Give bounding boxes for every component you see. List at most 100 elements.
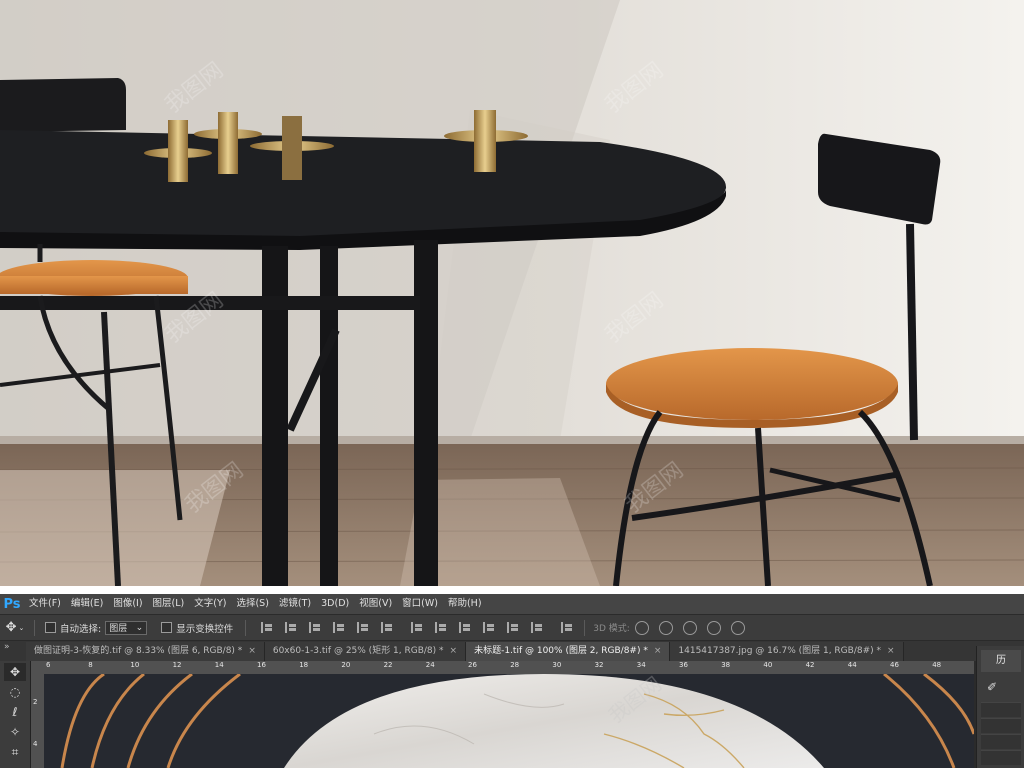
auto-select-dropdown[interactable]: 图层 ⌄ (105, 620, 148, 635)
horizontal-ruler: 6 8 10 12 14 16 18 20 22 24 26 28 30 32 34 36 38 40 42 44 46… (44, 661, 974, 674)
menu-window[interactable]: 窗口(W) (397, 594, 443, 614)
3d-roll-icon[interactable] (658, 620, 673, 635)
align-bottom-icon[interactable] (309, 622, 323, 633)
align-vcenter-icon[interactable] (285, 622, 299, 633)
align-top-icon[interactable] (261, 622, 275, 633)
ruler-tick-label: 36 (679, 661, 688, 669)
photoshop-window: Ps 文件(F) 编辑(E) 图像(I) 图层(L) 文字(Y) 选择(S) 滤… (0, 594, 1024, 768)
ruler-tick-label: 24 (425, 661, 435, 669)
ruler-tick-label: 14 (214, 661, 224, 669)
document-tab-label: 1415417387.jpg @ 16.7% (图层 1, RGB/8#) * (678, 646, 882, 656)
menu-select[interactable]: 选择(S) (231, 594, 273, 614)
ruler-tick-label: 12 (172, 661, 182, 669)
ruler-tick-label: 46 (890, 661, 899, 669)
close-icon[interactable]: × (450, 642, 458, 661)
panel-tab-history[interactable]: 历 (981, 650, 1021, 672)
elliptical-marquee-icon[interactable]: ◌ (4, 683, 26, 701)
3d-rotate-icon[interactable] (634, 620, 649, 635)
interior-photo: 我图网 我图网 我图网 我图网 我图网 我图网 (0, 0, 1024, 586)
separator (0, 586, 1024, 594)
ps-logo-icon: Ps (3, 596, 21, 612)
options-bar: ✥ ⌄ 自动选择: 图层 ⌄ 显示变换控件 3D 模式: (0, 615, 1024, 641)
document-tab-label: 未标题-1.tif @ 100% (图层 2, RGB/8#) * (474, 646, 648, 656)
document-tab-active[interactable]: 未标题-1.tif @ 100% (图层 2, RGB/8#) * × (466, 642, 671, 661)
ruler-tick-label: 28 (510, 661, 520, 669)
ruler-tick-label: 32 (594, 661, 604, 669)
ruler-tick-label: 6 (46, 661, 51, 669)
document-tab[interactable]: 60x60-1-3.tif @ 25% (矩形 1, RGB/8) * × (264, 642, 467, 661)
auto-select-value: 图层 (109, 624, 128, 634)
ruler-tick-label: 4 (33, 740, 38, 748)
panel-row[interactable] (981, 750, 1021, 765)
divider (584, 619, 586, 636)
ruler-tick-label: 38 (721, 661, 731, 669)
document-canvas[interactable]: 我图网 (44, 674, 974, 768)
move-tool-icon[interactable]: ✥ (4, 663, 26, 681)
distribute-bottom-icon[interactable] (459, 622, 473, 633)
move-tool-preset-icon[interactable]: ✥ ⌄ (0, 620, 30, 635)
panel-row[interactable] (981, 734, 1021, 749)
ruler-tick-label: 18 (299, 661, 309, 669)
distribute-left-icon[interactable] (483, 622, 497, 633)
history-panel: 历 ✐ (976, 646, 1024, 768)
magic-wand-icon[interactable]: ✧ (4, 723, 26, 741)
divider (34, 619, 35, 636)
auto-select-checkbox[interactable] (45, 622, 56, 633)
show-transform-label: 显示变换控件 (176, 623, 234, 635)
3d-pan-icon[interactable] (682, 620, 697, 635)
ruler-tick-label: 26 (468, 661, 477, 669)
divider (245, 619, 247, 636)
ruler-tick-label: 20 (341, 661, 351, 669)
ruler-tick-label: 2 (33, 698, 38, 706)
document-tab[interactable]: 做图证明-3-恢复的.tif @ 8.33% (图层 6, RGB/8) * × (26, 642, 265, 661)
menu-edit[interactable]: 编辑(E) (66, 594, 108, 614)
toolbox: ✥ ◌ ℓ ✧ ⌗ (0, 661, 31, 768)
ruler-tick-label: 40 (763, 661, 773, 669)
distribute-group (406, 622, 550, 633)
vertical-ruler: 24 (31, 674, 44, 768)
menu-image[interactable]: 图像(I) (108, 594, 147, 614)
ruler-tick-label: 44 (847, 661, 857, 669)
dining-scene-illustration (0, 0, 1024, 586)
3d-slide-icon[interactable] (706, 620, 721, 635)
align-group (256, 622, 400, 633)
crop-tool-icon[interactable]: ⌗ (4, 743, 26, 761)
distribute-hcenter-icon[interactable] (507, 622, 521, 633)
auto-align-icon[interactable] (561, 622, 575, 633)
menu-filter[interactable]: 滤镜(T) (274, 594, 316, 614)
ruler-tick-label: 16 (257, 661, 266, 669)
panel-row[interactable] (981, 718, 1021, 733)
ruler-corner (31, 661, 44, 674)
distribute-vcenter-icon[interactable] (435, 622, 449, 633)
menu-layer[interactable]: 图层(L) (148, 594, 190, 614)
align-left-icon[interactable] (333, 622, 347, 633)
3d-scale-icon[interactable] (730, 620, 745, 635)
tabs-overflow-icon[interactable]: » (0, 641, 26, 661)
ruler-tick-label: 10 (130, 661, 140, 669)
menu-view[interactable]: 视图(V) (354, 594, 397, 614)
ruler-tick-label: 22 (383, 661, 393, 669)
menu-help[interactable]: 帮助(H) (443, 594, 487, 614)
ruler-tick-label: 48 (932, 661, 942, 669)
document-tab[interactable]: 1415417387.jpg @ 16.7% (图层 1, RGB/8#) * … (670, 642, 904, 661)
align-right-icon[interactable] (381, 622, 395, 633)
lasso-tool-icon[interactable]: ℓ (4, 703, 26, 721)
show-transform-checkbox[interactable] (161, 622, 173, 633)
close-icon[interactable]: × (248, 642, 256, 661)
align-hcenter-icon[interactable] (357, 622, 371, 633)
close-icon[interactable]: × (887, 642, 895, 661)
canvas-artwork (44, 674, 974, 768)
ruler-tick-label: 34 (636, 661, 646, 669)
menu-type[interactable]: 文字(Y) (189, 594, 231, 614)
menu-bar: Ps 文件(F) 编辑(E) 图像(I) 图层(L) 文字(Y) 选择(S) 滤… (0, 594, 1024, 614)
menu-3d[interactable]: 3D(D) (316, 594, 354, 614)
menu-file[interactable]: 文件(F) (24, 594, 66, 614)
document-tab-label: 60x60-1-3.tif @ 25% (矩形 1, RGB/8) * (272, 646, 444, 656)
close-icon[interactable]: × (654, 642, 662, 661)
auto-align-group (556, 622, 580, 633)
history-brush-icon[interactable]: ✐ (987, 680, 997, 694)
panel-row[interactable] (981, 702, 1021, 717)
distribute-top-icon[interactable] (411, 622, 425, 633)
distribute-right-icon[interactable] (531, 622, 545, 633)
ruler-tick-label: 8 (88, 661, 93, 669)
